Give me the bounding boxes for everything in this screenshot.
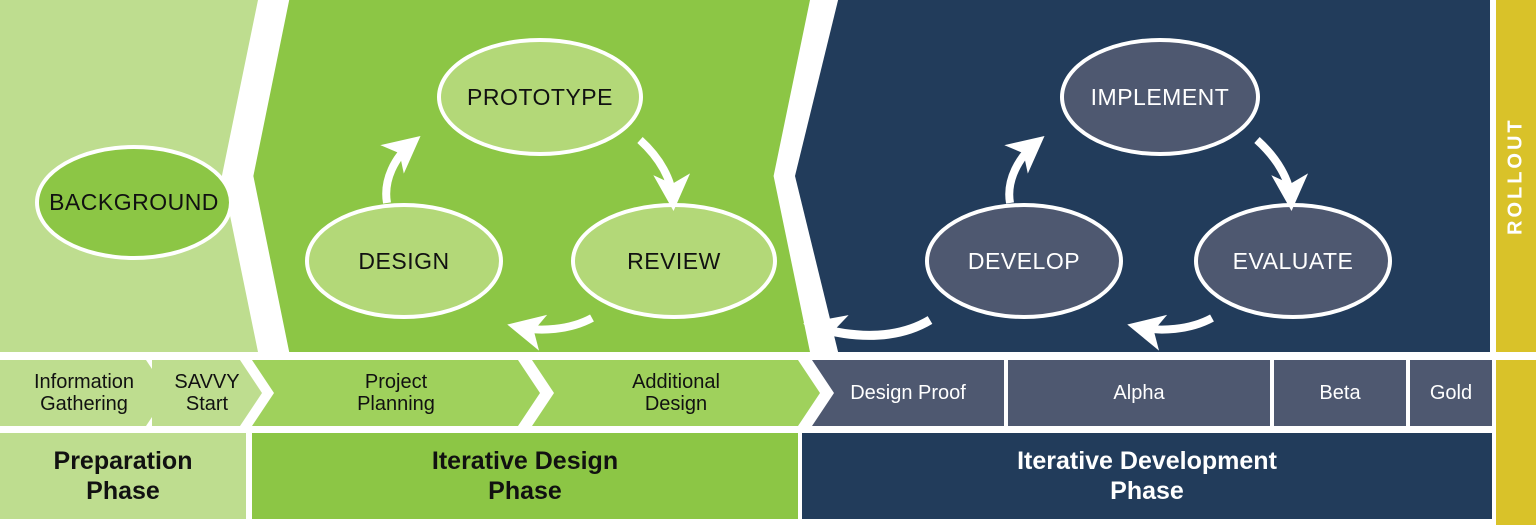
milestone-additional-design[interactable]: Additional Design [532,360,820,426]
panel-rollout-lower [1496,360,1536,525]
node-design[interactable]: DESIGN [305,203,503,319]
milestone-label: Alpha [1113,381,1165,404]
node-evaluate-label: EVALUATE [1232,247,1354,274]
milestone-design-proof[interactable]: Design Proof [812,360,1004,426]
node-background-label: BACKGROUND [49,189,219,215]
phase-label: Iterative Development Phase [1017,447,1277,505]
node-prototype[interactable]: PROTOTYPE [437,38,643,156]
phase-preparation[interactable]: Preparation Phase [0,433,246,519]
node-review-label: REVIEW [627,247,721,274]
node-develop[interactable]: DEVELOP [925,203,1123,319]
milestone-beta[interactable]: Beta [1274,360,1406,426]
phase-iterative-design[interactable]: Iterative Design Phase [252,433,798,519]
rollout-label: ROLLOUT [1504,117,1527,235]
milestone-label: Gold [1429,381,1473,404]
milestone-gold[interactable]: Gold [1410,360,1492,426]
milestone-project-planning[interactable]: Project Planning [252,360,540,426]
phase-label: Preparation Phase [53,447,193,505]
milestone-band: Information Gathering SAVVY Start Project P… [0,360,1492,426]
node-prototype-label: PROTOTYPE [467,83,613,110]
phase-band: Preparation Phase Iterative Design Phase I… [0,433,1492,519]
milestone-savvy-start[interactable]: SAVVY Start [152,360,262,426]
node-design-label: DESIGN [358,247,450,274]
node-implement[interactable]: IMPLEMENT [1060,38,1260,156]
milestone-alpha[interactable]: Alpha [1008,360,1270,426]
node-evaluate[interactable]: EVALUATE [1194,203,1392,319]
milestone-information-gathering[interactable]: Information Gathering [0,360,168,426]
node-background[interactable]: BACKGROUND [35,145,233,260]
process-diagram: ROLLOUT BACKGROUND PROTOTYPE DESIGN REVI… [0,0,1536,525]
milestone-label: Design Proof [850,381,966,404]
node-develop-label: DEVELOP [967,247,1081,274]
milestone-label: Beta [1319,381,1361,404]
milestone-label: Information Gathering [33,370,135,415]
milestone-label: Additional Design [632,370,720,415]
milestone-label: SAVVY Start [174,370,240,415]
phase-iterative-development[interactable]: Iterative Development Phase [802,433,1492,519]
phase-label: Iterative Design Phase [431,447,619,505]
node-implement-label: IMPLEMENT [1090,83,1230,110]
node-review[interactable]: REVIEW [571,203,777,319]
milestone-label: Project Planning [357,370,435,415]
